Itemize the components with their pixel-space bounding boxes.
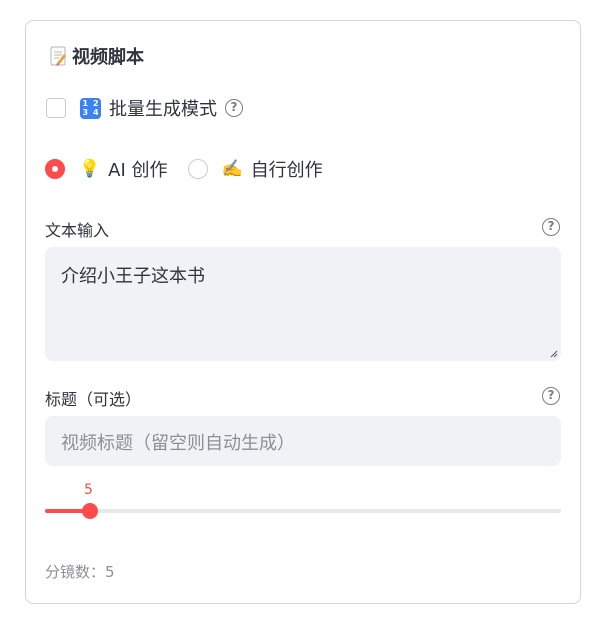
slider-thumb[interactable] xyxy=(82,503,98,519)
radio-ai-create-label: AI 创作 xyxy=(108,160,168,181)
radio-self-create-label: 自行创作 xyxy=(250,160,323,181)
section-title-text: 视频脚本 xyxy=(72,47,144,68)
radio-ai-create[interactable] xyxy=(45,159,65,179)
batch-mode-row: 1234 批量生成模式 ? xyxy=(46,95,243,121)
batch-mode-checkbox[interactable] xyxy=(46,98,66,118)
batch-mode-label: 批量生成模式 xyxy=(109,99,217,120)
title-input-label: 标题（可选） xyxy=(45,390,142,409)
writing-hand-icon: ✍️ xyxy=(221,159,243,179)
text-input-area[interactable]: 介绍小王子这本书 xyxy=(45,247,561,361)
resize-handle-icon[interactable] xyxy=(550,350,558,358)
1234-icon: 1234 xyxy=(80,97,101,119)
video-script-card: 视频脚本 1234 批量生成模式 ? 💡 AI 创作 ✍️ 自行创作 文本输入 … xyxy=(25,20,581,604)
text-input-value: 介绍小王子这本书 xyxy=(61,266,205,287)
memo-icon xyxy=(50,46,66,66)
title-input-help-icon[interactable]: ? xyxy=(542,387,560,405)
slider-track[interactable] xyxy=(45,509,561,513)
title-input[interactable]: 视频标题（留空则自动生成） xyxy=(45,416,561,466)
title-input-placeholder: 视频标题（留空则自动生成） xyxy=(61,433,295,454)
slider-value: 5 xyxy=(84,482,93,498)
lightbulb-icon: 💡 xyxy=(79,159,101,179)
text-input-label: 文本输入 xyxy=(45,221,110,240)
mode-radio-group: 💡 AI 创作 ✍️ 自行创作 xyxy=(45,156,323,182)
section-title: 视频脚本 xyxy=(50,43,144,69)
help-icon[interactable]: ? xyxy=(225,99,243,117)
shot-count-text: 分镜数：5 xyxy=(45,563,115,581)
radio-self-create[interactable] xyxy=(187,159,208,179)
text-input-help-icon[interactable]: ? xyxy=(542,218,560,236)
